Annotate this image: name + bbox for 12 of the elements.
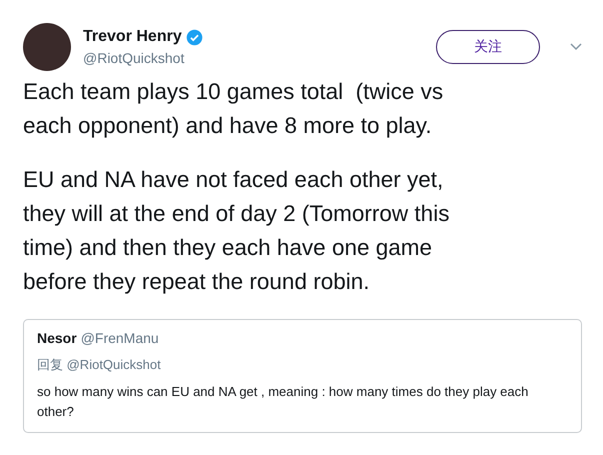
author-handle[interactable]: @RiotQuickshot [83,50,424,66]
avatar-photo-placeholder[interactable] [23,23,71,71]
quoted-author-handle: @FrenManu [80,330,159,346]
tweet-text: Each team plays 10 games total (twice vs each opponent) and have 8 more to play. [23,78,444,140]
quoted-tweet-text: so how many wins can EU and NA get , meaning : how many times do they play each other? [37,383,530,421]
tweet-text: EU and NA have not faced each other yet, they will at the end of day 2 (Tomorrow this time) and then they each have one game before they repeat the round robin. [23,166,450,296]
reply-to-text: 回复 @RiotQuickshot [37,356,162,374]
quoted-author-name: Nesor [37,330,77,346]
follow-button[interactable]: 关注 [436,30,540,64]
author-name[interactable]: Trevor Henry [83,28,182,46]
quoted-tweet-card[interactable]: Nesor @FrenManu 回复 @RiotQuickshot so how many wins can EU and NA get , meaning : how many times do they play each other? [23,319,582,433]
chevron-down-icon[interactable] [570,43,582,51]
